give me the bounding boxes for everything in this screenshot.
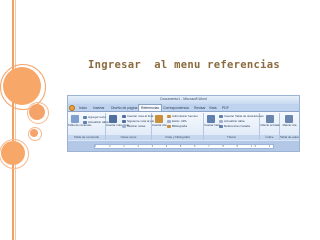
marcar-cita-button[interactable]: Marcar cita [280, 124, 299, 127]
window-controls[interactable] [276, 97, 297, 110]
group-label: Índice [260, 135, 279, 140]
administrar-fuentes-button[interactable]: Administrar fuentes [167, 114, 198, 118]
add-text-icon [83, 115, 87, 119]
insertar-cita-button[interactable]: Insertar cita [152, 124, 167, 127]
group-indice: Marcar entrada Índice [260, 113, 280, 140]
decorative-stripe [12, 0, 14, 240]
referencia-cruzada-button[interactable]: Referencia cruzada [219, 124, 250, 128]
ribbon-panel: Tabla de contenido Agregar texto Actuali… [68, 111, 299, 141]
horizontal-ruler[interactable]: 1 · 2 · 1 · 2 · 3 · 4 · 5 · 6 · 7 · 8 · … [94, 144, 274, 149]
decorative-circle-medium [1, 141, 25, 165]
footnote-icon[interactable] [109, 115, 117, 123]
siguiente-nota-button[interactable]: Siguiente nota al pie [122, 119, 154, 123]
ruler-ticks: 1 · 2 · 1 · 2 · 3 · 4 · 5 · 6 · 7 · 8 · … [95, 145, 273, 148]
marcar-entrada-button[interactable]: Marcar entrada [260, 124, 280, 127]
refresh-icon [83, 120, 87, 124]
decorative-circle-large [3, 67, 41, 105]
table-of-contents-icon[interactable] [71, 115, 79, 123]
insert-citation-icon[interactable] [155, 115, 163, 123]
ribbon-tabs: Inicio Insertar Diseño de página Referen… [68, 104, 299, 111]
insertar-nota-pie-button[interactable]: Insertar nota al pie [106, 124, 129, 127]
group-label: Tabla de autoridades [280, 135, 299, 140]
insertar-titulo-button[interactable]: Insertar título [204, 124, 220, 127]
bibliography-icon [167, 124, 171, 128]
agregar-texto-button[interactable]: Agregar texto [83, 115, 106, 119]
group-label: Citas y bibliografía [152, 135, 203, 140]
insert-caption-icon[interactable] [207, 115, 215, 123]
cross-reference-icon [219, 124, 223, 128]
window-title: Documento1 - Microsoft Word [160, 97, 207, 101]
group-label: Tabla de contenido [68, 135, 105, 140]
mark-entry-icon[interactable] [266, 115, 274, 123]
manage-sources-icon [167, 114, 171, 118]
mostrar-notas-button[interactable]: Mostrar notas [122, 124, 145, 128]
document-area: 1 · 2 · 1 · 2 · 3 · 4 · 5 · 6 · 7 · 8 · … [68, 141, 299, 151]
group-label: Notas al pie [106, 135, 151, 140]
next-footnote-icon [122, 119, 126, 123]
tabla-contenido-button[interactable]: Tabla de contenido [68, 124, 91, 127]
indent-marker-icon[interactable] [123, 148, 126, 149]
actualizar-tabla-titulos-button[interactable]: Actualizar tabla [219, 119, 245, 123]
show-notes-icon [122, 124, 126, 128]
group-citas-bibliografia: Insertar cita Administrar fuentes Estilo… [152, 113, 204, 140]
word-window-screenshot: Documento1 - Microsoft Word Inicio Inser… [67, 95, 300, 152]
slide-heading: Ingresar al menu referencias [88, 59, 281, 71]
endnote-icon [122, 114, 126, 118]
insertar-nota-final-button[interactable]: Insertar nota al final [122, 114, 153, 118]
refresh-icon [219, 119, 223, 123]
bibliografia-button[interactable]: Bibliografía [167, 124, 187, 128]
estilo-select[interactable]: Estilo: APA [167, 119, 187, 123]
table-of-figures-icon [219, 114, 223, 118]
group-label: Títulos [204, 135, 259, 140]
decorative-stripe-thin [15, 0, 16, 240]
title-bar: Documento1 - Microsoft Word [68, 96, 299, 111]
insertar-tabla-ilustraciones-button[interactable]: Insertar Tabla de ilustraciones [219, 114, 264, 118]
group-notas-pie: Insertar nota al pie Insertar nota al fi… [106, 113, 154, 140]
style-icon [167, 119, 171, 123]
group-titulos: Insertar título Insertar Tabla de ilustr… [204, 113, 264, 140]
actualizar-tabla-button[interactable]: Actualizar tabla [83, 120, 109, 124]
decorative-circle-tiny [30, 129, 38, 137]
mark-citation-icon[interactable] [285, 115, 293, 123]
decorative-circle-small [29, 104, 45, 120]
tab-referencias[interactable]: Referencias [138, 104, 163, 111]
group-tabla-autoridades: Marcar cita Tabla de autoridades [280, 113, 299, 140]
group-tabla-contenido: Tabla de contenido Agregar texto Actuali… [68, 113, 109, 140]
